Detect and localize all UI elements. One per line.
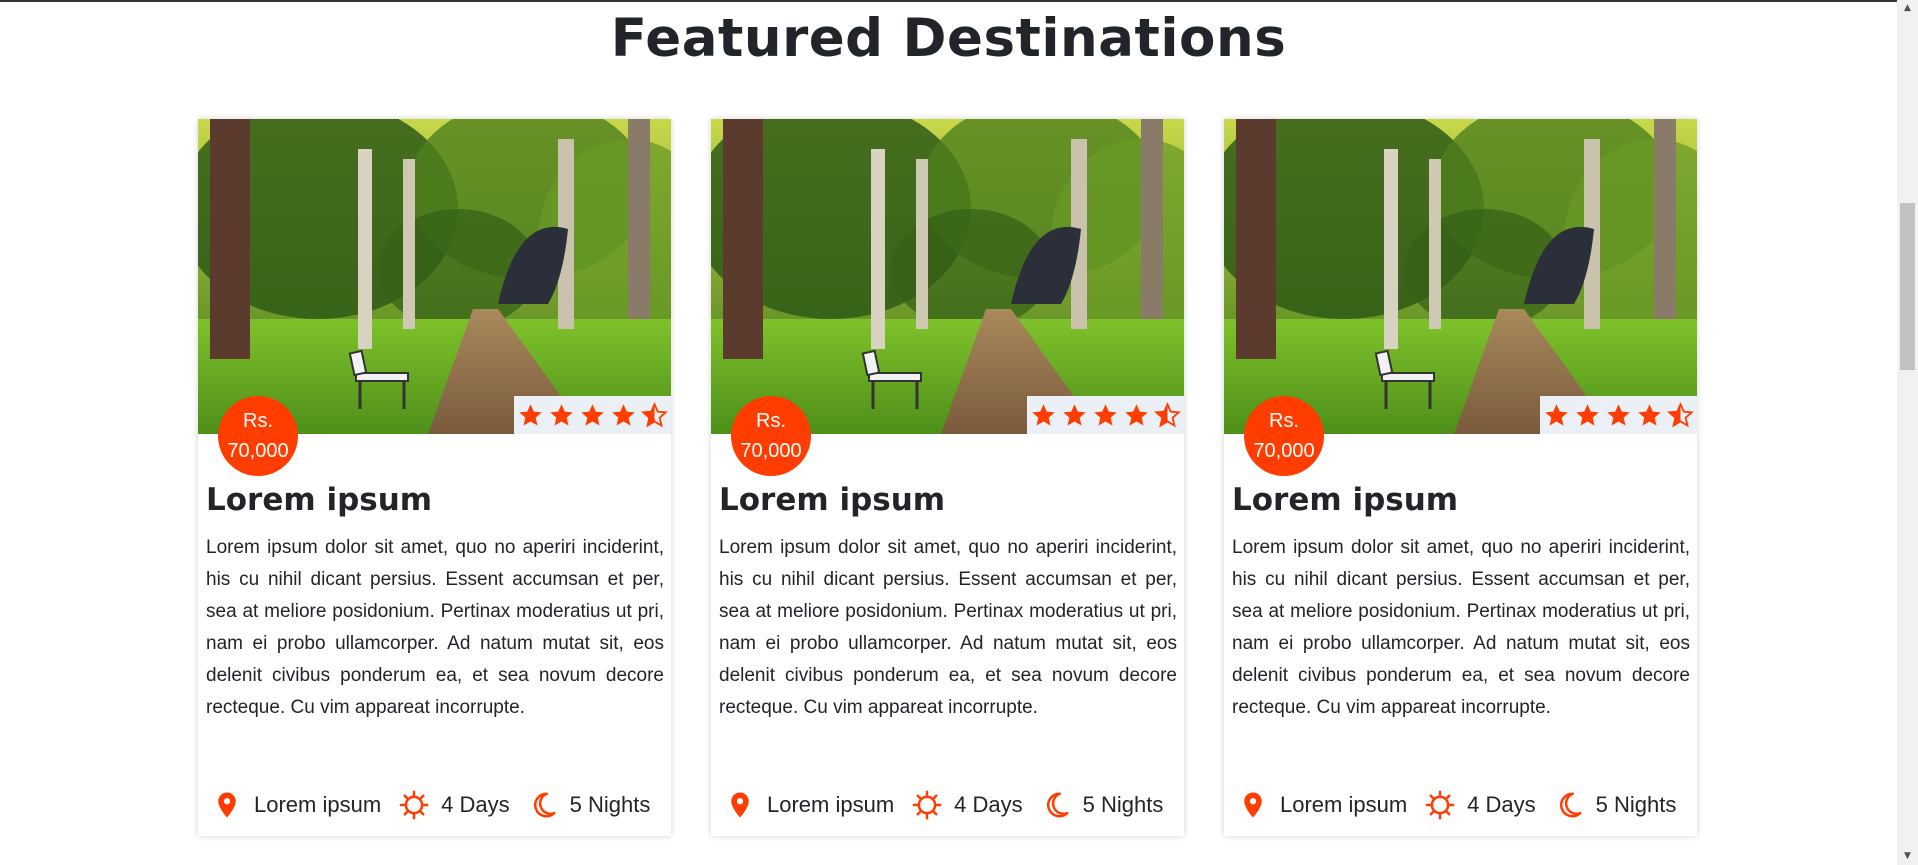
star-rating [514, 396, 671, 434]
meta-days: 4 Days [399, 790, 510, 820]
nights-label: 5 Nights [1595, 792, 1677, 817]
star-icon [1094, 403, 1117, 426]
meta-days: 4 Days [912, 790, 1023, 820]
star-icon [1545, 403, 1568, 426]
page-scrollbar[interactable]: ▲ ▼ [1897, 0, 1918, 865]
meta-location: Lorem ipsum [212, 790, 381, 820]
sun-icon [399, 790, 429, 820]
star-icon [1125, 403, 1148, 426]
destination-title: Lorem ipsum [1232, 482, 1459, 518]
price-badge: Rs. 70,000 [731, 396, 811, 476]
moon-icon [1559, 792, 1582, 818]
sun-icon [1425, 790, 1455, 820]
map-marker-icon [218, 792, 236, 818]
meta-nights: 5 Nights [528, 790, 651, 820]
star-icon [1638, 403, 1661, 426]
days-label: 4 Days [1467, 792, 1536, 817]
location-label: Lorem ipsum [767, 792, 895, 817]
map-marker-icon [731, 792, 749, 818]
price-currency: Rs. [1269, 410, 1299, 432]
trip-meta: Lorem ipsum 4 Days 5 Nights [212, 790, 650, 820]
location-label: Lorem ipsum [254, 792, 382, 817]
star-icon [1063, 403, 1086, 426]
destination-title: Lorem ipsum [206, 482, 433, 518]
meta-location: Lorem ipsum [725, 790, 894, 820]
destination-card[interactable]: Rs. 70,000 Lorem ipsum Lorem ipsum dolor… [198, 119, 671, 836]
price-badge: Rs. 70,000 [1244, 396, 1324, 476]
section-title: Featured Destinations [610, 8, 1287, 69]
star-icon [1032, 403, 1055, 426]
price-amount: 70,000 [1253, 440, 1315, 462]
price-amount: 70,000 [740, 440, 802, 462]
star-rating [1027, 396, 1184, 434]
price-currency: Rs. [756, 410, 786, 432]
destination-description: Lorem ipsum dolor sit amet, quo no aperi… [1232, 537, 1690, 718]
star-icon [519, 403, 542, 426]
meta-location: Lorem ipsum [1238, 790, 1407, 820]
map-marker-icon [1244, 792, 1262, 818]
meta-days: 4 Days [1425, 790, 1536, 820]
half-star-icon [1154, 401, 1181, 427]
scroll-thumb[interactable] [1900, 203, 1915, 370]
half-star-icon [1667, 401, 1694, 427]
star-icon [1576, 403, 1599, 426]
destination-photo [711, 119, 1184, 434]
star-rating [1540, 396, 1697, 434]
destination-title: Lorem ipsum [719, 482, 946, 518]
destination-description: Lorem ipsum dolor sit amet, quo no aperi… [719, 537, 1177, 718]
destination-card[interactable]: Rs. 70,000 Lorem ipsum Lorem ipsum dolor… [1224, 119, 1697, 836]
moon-icon [1046, 792, 1069, 818]
sun-icon [912, 790, 942, 820]
trip-meta: Lorem ipsum 4 Days 5 Nights [725, 790, 1163, 820]
star-icon [1607, 403, 1630, 426]
location-label: Lorem ipsum [1280, 792, 1408, 817]
destination-photo [198, 119, 671, 434]
nights-label: 5 Nights [569, 792, 651, 817]
days-label: 4 Days [441, 792, 510, 817]
destination-photo [1224, 119, 1697, 434]
meta-nights: 5 Nights [1041, 790, 1164, 820]
scroll-down-arrow-icon[interactable]: ▼ [1897, 848, 1918, 865]
price-amount: 70,000 [227, 440, 289, 462]
half-star-icon [641, 401, 668, 427]
trip-meta: Lorem ipsum 4 Days 5 Nights [1238, 790, 1676, 820]
top-border [0, 0, 1897, 2]
star-icon [550, 403, 573, 426]
destination-description: Lorem ipsum dolor sit amet, quo no aperi… [206, 537, 664, 718]
star-icon [612, 403, 635, 426]
destination-cards: Rs. 70,000 Lorem ipsum Lorem ipsum dolor… [198, 119, 1697, 836]
star-icon [581, 403, 604, 426]
scroll-up-arrow-icon[interactable]: ▲ [1897, 0, 1918, 17]
destination-card[interactable]: Rs. 70,000 Lorem ipsum Lorem ipsum dolor… [711, 119, 1184, 836]
price-currency: Rs. [243, 410, 273, 432]
meta-nights: 5 Nights [1554, 790, 1677, 820]
price-badge: Rs. 70,000 [218, 396, 298, 476]
nights-label: 5 Nights [1082, 792, 1164, 817]
moon-icon [533, 792, 556, 818]
days-label: 4 Days [954, 792, 1023, 817]
